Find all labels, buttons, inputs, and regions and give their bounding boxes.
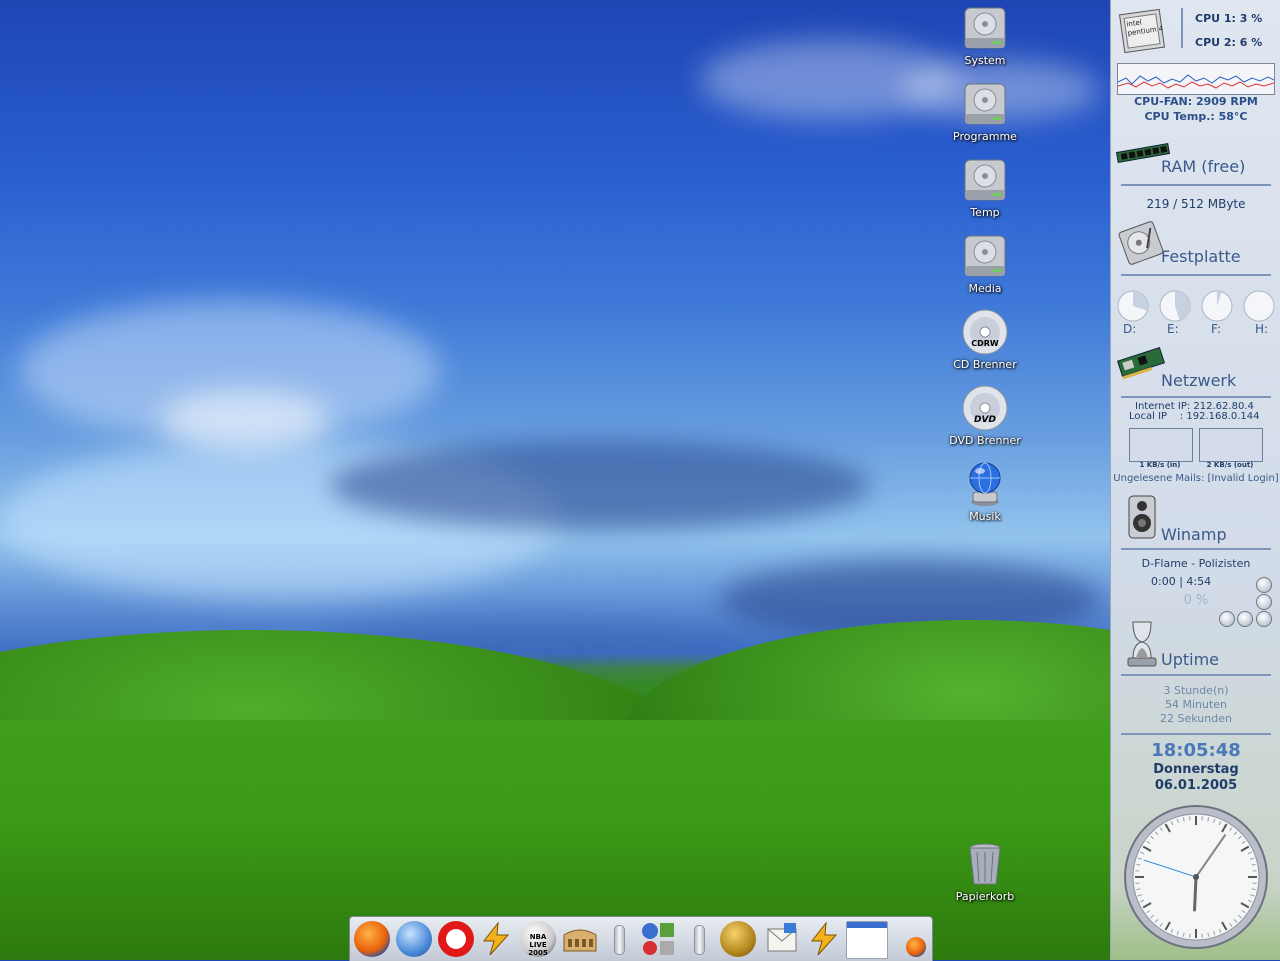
desktop-icon-system[interactable]: System [940,4,1030,67]
winamp-stop-button[interactable] [1256,611,1272,627]
drive-d-pie [1117,290,1149,326]
dvd-burner-icon: DVD [961,384,1009,432]
taskbar-dock: NBA LIVE 2005 [349,916,933,961]
network-in-graph [1129,428,1193,462]
winamp-next-button[interactable] [1256,577,1272,593]
desktop-icon-label: DVD Brenner [940,434,1030,447]
firefox-small-icon[interactable] [906,937,926,957]
nba-live-label: NBA LIVE 2005 [520,921,556,957]
uptime-bottom-divider [1121,733,1271,735]
hard-drive-icon [961,80,1009,128]
firefox-icon[interactable] [354,921,390,957]
hard-drive-icon [961,4,1009,52]
network-out-graph [1199,428,1263,462]
drive-f-label: F: [1211,322,1221,336]
network-out-label: 2 KB/s (out) [1199,461,1261,469]
recycle-bin-icon [961,840,1009,888]
cloud [160,390,330,450]
cpu1-usage: CPU 1: 3 % [1195,12,1262,25]
cpu-usage-graph [1117,63,1275,95]
dvd-badge: DVD [974,415,996,425]
hard-drive-icon [961,232,1009,280]
desktop-icon-label: Musik [940,510,1030,523]
desktop-icon-media[interactable]: Media [940,232,1030,295]
desktop-icon-temp[interactable]: Temp [940,156,1030,219]
desktop-icon-programme[interactable]: Programme [940,80,1030,143]
network-in-label: 1 KB/s (in) [1129,461,1191,469]
network-divider [1121,396,1271,398]
winamp-divider [1121,548,1271,550]
film-icon[interactable] [720,921,756,957]
winamp-icon[interactable] [478,921,514,957]
app-icon[interactable] [640,921,676,957]
hard-drive-icon [961,156,1009,204]
clock-date: 06.01.2005 [1111,778,1280,793]
system-monitor-sidebar: intel pentium 4 CPU 1: 3 % CPU 2: 6 % CP… [1110,0,1280,960]
window-titlebar [847,922,887,928]
cpu-divider [1181,8,1183,48]
cpu-temperature: CPU Temp.: 58°C [1111,110,1280,123]
window-icon[interactable] [846,921,888,959]
disk-title: Festplatte [1161,247,1241,266]
colosseum-icon[interactable] [562,921,598,957]
nba-live-icon[interactable]: NBA LIVE 2005 [520,921,556,957]
disk-divider [1121,274,1271,276]
desktop-icon-label: Papierkorb [940,890,1030,903]
desktop-icon-musik[interactable]: Musik [940,460,1030,523]
desktop-icon-label: Media [940,282,1030,295]
winamp-icon[interactable] [806,921,842,957]
local-ip: Local IP : 192.168.0.144 [1129,411,1260,422]
desktop-icon-label: Programme [940,130,1030,143]
uptime-seconds: 22 Sekunden [1111,712,1280,725]
desktop-icon-papierkorb[interactable]: Papierkorb [940,840,1030,903]
unread-mails-status: Ungelesene Mails: [Invalid Login] [1111,473,1280,484]
winamp-play-button[interactable] [1237,611,1253,627]
mail-icon[interactable] [764,921,800,957]
uptime-title: Uptime [1161,650,1219,669]
cpu-fan-speed: CPU-FAN: 2909 RPM [1111,95,1280,108]
desktop-icon-cd-brenner[interactable]: CDRW CD Brenner [940,308,1030,371]
speaker-icon [1127,494,1157,544]
desktop-icon-label: CD Brenner [940,358,1030,371]
winamp-time: 0:00 | 4:54 [1151,575,1211,588]
uptime-divider [1121,674,1271,676]
desktop-icon-label: System [940,54,1030,67]
uptime-minutes: 54 Minuten [1111,698,1280,711]
ram-free-value: 219 / 512 MByte [1111,197,1280,211]
opera-icon[interactable] [438,921,474,957]
winamp-title: Winamp [1161,525,1227,544]
drive-h-pie [1243,290,1275,326]
uptime-hours: 3 Stunde(n) [1111,684,1280,697]
drive-e-label: E: [1167,322,1179,336]
network-title: Netzwerk [1161,371,1236,390]
music-globe-icon [961,460,1009,508]
hourglass-icon [1125,618,1159,672]
cloud [330,440,870,530]
cpu2-usage: CPU 2: 6 % [1195,36,1262,49]
drive-e-pie [1159,290,1191,326]
clock-weekday: Donnerstag [1111,762,1280,777]
desktop-icon-dvd-brenner[interactable]: DVD DVD Brenner [940,384,1030,447]
hard-disk-icon [1117,220,1165,270]
dock-separator[interactable] [694,925,705,955]
drive-f-pie [1201,290,1233,326]
digital-clock-time: 18:05:48 [1111,740,1280,761]
network-card-icon [1115,344,1167,384]
drive-d-label: D: [1123,322,1136,336]
clock-hour-hand [1195,877,1196,910]
desktop-icon-label: Temp [940,206,1030,219]
cd-burner-icon: CDRW [961,308,1009,356]
winamp-volume-up-button[interactable] [1256,594,1272,610]
winamp-volume: 0 % [1111,593,1280,608]
thunderbird-icon[interactable] [396,921,432,957]
dock-separator[interactable] [614,925,625,955]
ram-divider [1121,184,1271,186]
ram-title: RAM (free) [1161,157,1245,176]
cd-badge: CDRW [971,339,999,348]
analog-clock [1121,804,1271,954]
winamp-prev-button[interactable] [1219,611,1235,627]
winamp-track: D-Flame - Polizisten [1111,557,1280,570]
drive-h-label: H: [1255,322,1268,336]
